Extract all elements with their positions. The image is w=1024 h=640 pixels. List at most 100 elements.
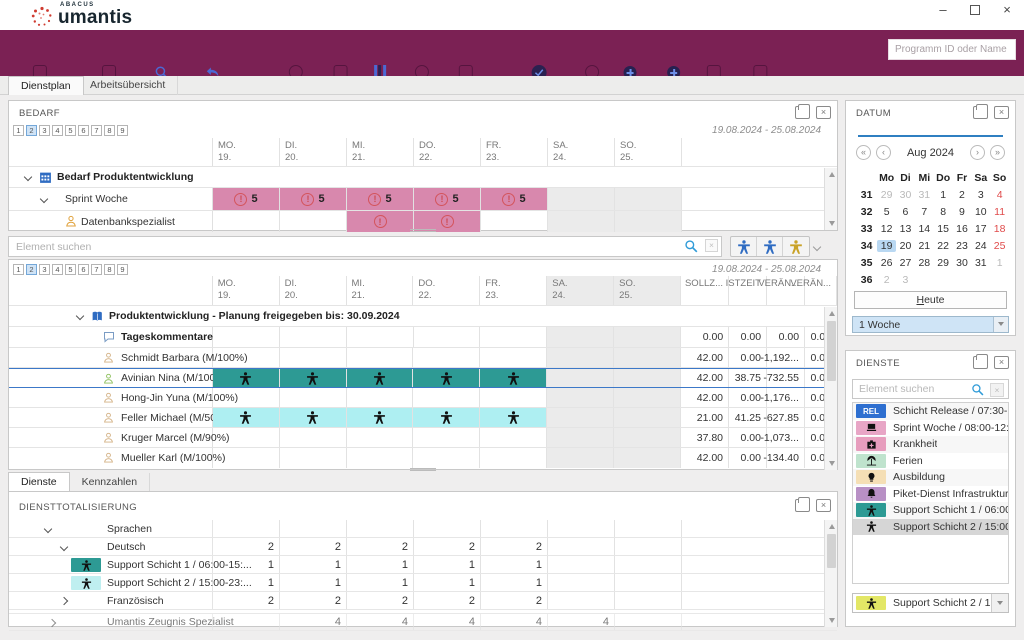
day-cell[interactable] <box>480 348 547 367</box>
service-cell-cyan[interactable] <box>480 408 547 427</box>
totals-row-deutsch[interactable]: Deutsch 22222 <box>9 538 837 556</box>
totals-vertical-scrollbar[interactable] <box>824 520 837 627</box>
search-icon[interactable] <box>971 383 984 396</box>
page-button[interactable]: 4 <box>52 125 63 136</box>
page-button[interactable]: 8 <box>104 264 115 275</box>
calendar-day[interactable]: 11 <box>990 206 1009 218</box>
service-cell-cyan[interactable] <box>213 408 280 427</box>
dienst-item-krankheit[interactable]: Krankheit <box>853 436 1008 453</box>
expand-chevron-icon[interactable] <box>60 597 68 605</box>
dienst-item-piket-dienst[interactable]: Piket-Dienst Infrastruktur / 22:0... <box>853 486 1008 503</box>
service-cell-teal[interactable] <box>347 369 414 387</box>
page-button[interactable]: 4 <box>52 264 63 275</box>
employee-row[interactable]: Hong-Jin Yuna (M/100%) 42.000.00-1,176..… <box>9 388 837 408</box>
program-search-input[interactable] <box>888 39 1016 60</box>
day-cell[interactable] <box>413 348 480 367</box>
restore-panel-icon[interactable] <box>795 106 810 119</box>
bedarf-row-sprint-woche[interactable]: Sprint Woche !5 !5 !5 !5 !5 <box>9 188 837 211</box>
page-button-selected[interactable]: 2 <box>26 264 37 275</box>
dienste-search-input[interactable] <box>853 380 1008 398</box>
calendar-day[interactable]: 3 <box>896 274 915 286</box>
service-cell-teal[interactable] <box>413 369 480 387</box>
page-button[interactable]: 6 <box>78 264 89 275</box>
calendar-day[interactable]: 30 <box>953 257 972 269</box>
collapse-chevron-icon[interactable] <box>44 525 52 533</box>
restore-panel-icon[interactable] <box>973 106 988 119</box>
demand-cell[interactable]: ! <box>347 211 414 232</box>
tab-arbeitsuebersicht[interactable]: Arbeitsübersicht <box>78 76 178 95</box>
day-cell[interactable] <box>280 327 347 347</box>
element-search-input[interactable] <box>8 236 722 257</box>
calendar-day[interactable]: 6 <box>896 206 915 218</box>
calendar-day[interactable]: 9 <box>953 206 972 218</box>
employee-row[interactable]: Feller Michael (M/50%) 21.0041.25-627.85… <box>9 408 837 428</box>
day-cell[interactable] <box>480 388 547 407</box>
day-cell-weekend[interactable] <box>614 369 681 387</box>
day-cell-weekend[interactable] <box>614 388 681 407</box>
page-button[interactable]: 9 <box>117 264 128 275</box>
day-cell[interactable] <box>413 388 480 407</box>
day-cell[interactable] <box>414 327 481 347</box>
demand-cell[interactable] <box>280 211 347 232</box>
next-year-button[interactable]: » <box>990 145 1005 160</box>
panel-resize-handle[interactable] <box>410 468 436 471</box>
dienst-item-sprint-woche[interactable]: Sprint Woche / 08:00-12:00 / 1... <box>853 420 1008 437</box>
day-cell-weekend[interactable] <box>614 448 681 468</box>
clear-search-icon[interactable]: × <box>990 383 1004 397</box>
calendar-day[interactable]: 31 <box>915 189 934 201</box>
day-cell[interactable] <box>213 348 280 367</box>
clear-search-icon[interactable]: × <box>705 239 718 252</box>
calendar-day[interactable]: 31 <box>971 257 990 269</box>
day-cell[interactable] <box>347 428 414 447</box>
calendar-day[interactable]: 16 <box>953 223 972 235</box>
day-cell[interactable] <box>480 327 547 347</box>
employee-row[interactable]: Schmidt Barbara (M/100%) 42.000.00-1,192… <box>9 348 837 368</box>
totals-row-support-schicht-1[interactable]: Support Schicht 1 / 06:00-15:... 11111 <box>9 556 837 574</box>
day-cell[interactable] <box>213 428 280 447</box>
service-cell-cyan[interactable] <box>347 408 414 427</box>
view-options-chevron-down-icon[interactable] <box>813 243 821 251</box>
calendar-day[interactable]: 18 <box>990 223 1009 235</box>
page-button[interactable]: 9 <box>117 125 128 136</box>
demand-cell-weekend[interactable] <box>548 188 615 210</box>
calendar-day[interactable]: 25 <box>990 240 1009 252</box>
restore-panel-icon[interactable] <box>973 356 988 369</box>
day-cell-weekend[interactable] <box>547 369 614 387</box>
calendar-day-today[interactable]: 19 <box>877 240 896 252</box>
collapse-chevron-icon[interactable] <box>76 312 84 320</box>
calendar-day[interactable]: 15 <box>934 223 953 235</box>
selected-dienst-combo[interactable]: Support Schicht 2 / 15:00-2... <box>852 593 1009 613</box>
calendar-day[interactable]: 5 <box>877 206 896 218</box>
calendar-day[interactable]: 24 <box>971 240 990 252</box>
day-cell-weekend[interactable] <box>547 428 614 447</box>
day-cell-weekend[interactable] <box>547 327 614 347</box>
page-button[interactable]: 5 <box>65 264 76 275</box>
bedarf-vertical-scrollbar[interactable] <box>824 168 837 230</box>
page-button[interactable]: 1 <box>13 125 24 136</box>
calendar-day[interactable]: 17 <box>971 223 990 235</box>
close-panel-icon[interactable]: × <box>816 499 831 512</box>
service-cell-teal[interactable] <box>480 369 547 387</box>
demand-cell-weekend[interactable] <box>548 211 615 232</box>
chevron-down-icon[interactable] <box>991 594 1008 612</box>
dienst-item-support-schicht-2-selected[interactable]: Support Schicht 2 / 15:00-23:0... <box>853 519 1008 536</box>
close-panel-icon[interactable]: × <box>994 356 1009 369</box>
day-cell[interactable] <box>480 428 547 447</box>
grid-vertical-scrollbar[interactable] <box>824 307 837 470</box>
day-cell[interactable] <box>347 388 414 407</box>
calendar-day[interactable]: 13 <box>896 223 915 235</box>
page-button[interactable]: 7 <box>91 264 102 275</box>
calendar-day[interactable]: 14 <box>915 223 934 235</box>
demand-cell[interactable]: !5 <box>481 188 548 210</box>
dienst-item-support-schicht-1[interactable]: Support Schicht 1 / 06:00-15:0... <box>853 502 1008 519</box>
demand-cell[interactable] <box>481 211 548 232</box>
calendar-day[interactable]: 2 <box>877 274 896 286</box>
page-button[interactable]: 1 <box>13 264 24 275</box>
search-icon[interactable] <box>684 239 698 253</box>
totals-row-support-schicht-2[interactable]: Support Schicht 2 / 15:00-23:... 11111 <box>9 574 837 592</box>
employee-row[interactable]: Mueller Karl (M/100%) 42.000.00-134.400.… <box>9 448 837 468</box>
calendar-day[interactable]: 1 <box>990 257 1009 269</box>
service-cell-teal[interactable] <box>213 369 280 387</box>
calendar-day[interactable]: 2 <box>953 189 972 201</box>
calendar-day[interactable]: 10 <box>971 206 990 218</box>
